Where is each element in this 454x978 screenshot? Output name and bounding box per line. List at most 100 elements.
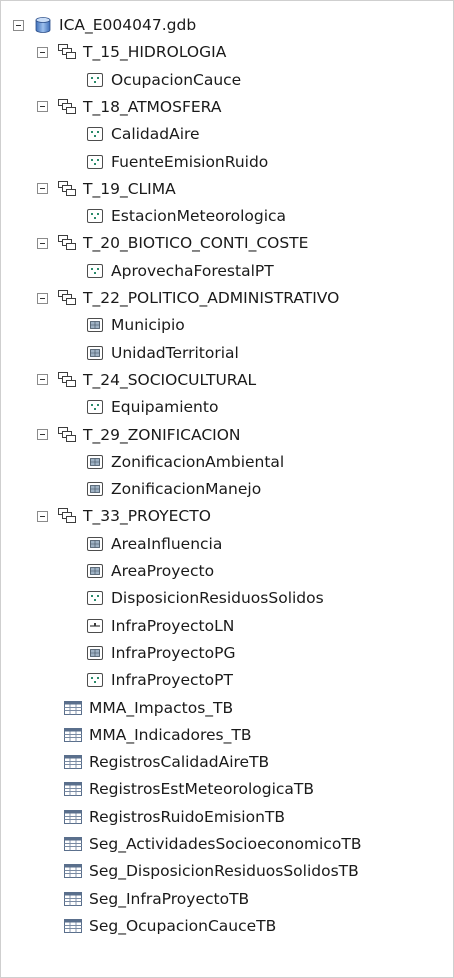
tree-node-label: Seg_InfraProyectoTB xyxy=(89,889,250,908)
tree-node-geodatabase[interactable]: ICA_E004047.gdb xyxy=(13,11,196,39)
table-icon xyxy=(63,726,83,744)
tree-node-feature-class[interactable]: InfraProyectoPT xyxy=(85,666,233,694)
tree-node-feature-class[interactable]: EstacionMeteorologica xyxy=(85,202,286,230)
table-icon xyxy=(63,917,83,935)
feature-dataset-icon xyxy=(57,180,77,198)
tree-node-label: T_33_PROYECTO xyxy=(83,507,211,526)
tree-node-label: MMA_Impactos_TB xyxy=(89,698,234,717)
tree-node-label: FuenteEmisionRuido xyxy=(111,152,269,171)
tree-node-label: EstacionMeteorologica xyxy=(111,207,287,226)
tree-node-label: AprovechaForestalPT xyxy=(111,261,274,280)
tree-node-label: RegistrosCalidadAireTB xyxy=(89,753,270,772)
tree-node-label: T_18_ATMOSFERA xyxy=(83,97,222,116)
line-feature-class-icon xyxy=(85,617,105,635)
tree-node-label: T_24_SOCIOCULTURAL xyxy=(83,370,257,389)
tree-node-label: T_22_POLITICO_ADMINISTRATIVO xyxy=(83,289,340,307)
catalog-tree-panel: ICA_E004047.gdb T_15_HIDROLOGIA OcupacionC… xyxy=(0,0,454,978)
tree-node-feature-class[interactable]: OcupacionCauce xyxy=(85,66,241,94)
tree-node-table[interactable]: MMA_Indicadores_TB xyxy=(63,721,251,749)
polygon-feature-class-icon xyxy=(85,316,105,334)
tree-node-label: CalidadAire xyxy=(111,125,200,144)
collapse-toggle-icon[interactable] xyxy=(37,374,48,386)
collapse-toggle-icon[interactable] xyxy=(37,429,48,440)
tree-node-label: Seg_DisposicionResiduosSolidosTB xyxy=(89,862,359,881)
tree-node-feature-class[interactable]: CalidadAire xyxy=(85,120,200,148)
tree-node-feature-class[interactable]: FuenteEmisionRuido xyxy=(85,148,268,176)
tree-node-label: Seg_ActividadesSocioeconomicoTB xyxy=(89,835,362,853)
tree-node-feature-class[interactable]: InfraProyectoPG xyxy=(85,639,235,667)
tree-node-feature-class[interactable]: UnidadTerritorial xyxy=(85,339,239,367)
tree-node-feature-class[interactable]: Municipio xyxy=(85,311,185,339)
tree-node-label: AreaProyecto xyxy=(111,562,215,580)
collapse-toggle-icon[interactable] xyxy=(37,510,48,522)
tree-node-feature-dataset[interactable]: T_24_SOCIOCULTURAL xyxy=(37,366,256,394)
point-feature-class-icon xyxy=(85,207,105,225)
tree-node-label: InfraProyectoLN xyxy=(111,616,235,635)
collapse-toggle-icon[interactable] xyxy=(37,46,48,58)
tree-node-feature-class[interactable]: AreaInfluencia xyxy=(85,530,222,558)
tree-node-feature-class[interactable]: ZonificacionManejo xyxy=(85,475,261,503)
tree-node-label: Equipamiento xyxy=(111,398,219,417)
tree-node-label: OcupacionCauce xyxy=(111,70,242,89)
point-feature-class-icon xyxy=(85,153,105,171)
collapse-toggle-icon[interactable] xyxy=(37,237,48,249)
point-feature-class-icon xyxy=(85,262,105,280)
tree-node-table[interactable]: RegistrosEstMeteorologicaTB xyxy=(63,775,314,803)
table-icon xyxy=(63,780,83,798)
tree-node-label: UnidadTerritorial xyxy=(111,343,239,362)
polygon-feature-class-icon xyxy=(85,562,105,580)
tree-node-label: T_19_CLIMA xyxy=(83,179,176,198)
collapse-toggle-icon[interactable] xyxy=(37,101,48,113)
tree-node-label: InfraProyectoPT xyxy=(111,671,233,690)
tree-node-table[interactable]: RegistrosCalidadAireTB xyxy=(63,748,269,776)
point-feature-class-icon xyxy=(85,398,105,416)
point-feature-class-icon xyxy=(85,671,105,689)
tree-node-feature-class[interactable]: DisposicionResiduosSolidos xyxy=(85,584,324,612)
feature-dataset-icon xyxy=(57,371,77,389)
tree-node-label: AreaInfluencia xyxy=(111,534,223,553)
tree-node-feature-class[interactable]: InfraProyectoLN xyxy=(85,612,234,640)
tree-node-feature-class[interactable]: Equipamiento xyxy=(85,393,218,421)
tree-node-feature-dataset[interactable]: T_33_PROYECTO xyxy=(37,502,211,530)
polygon-feature-class-icon xyxy=(85,453,105,471)
tree-node-table[interactable]: Seg_OcupacionCauceTB xyxy=(63,912,276,940)
feature-dataset-icon xyxy=(57,98,77,116)
tree-node-feature-dataset[interactable]: T_15_HIDROLOGIA xyxy=(37,38,226,66)
feature-dataset-icon xyxy=(57,234,77,252)
tree-node-table[interactable]: Seg_ActividadesSocioeconomicoTB xyxy=(63,830,361,858)
polygon-feature-class-icon xyxy=(85,535,105,553)
tree-node-label: T_20_BIOTICO_CONTI_COSTE xyxy=(83,234,309,253)
tree-node-feature-dataset[interactable]: T_22_POLITICO_ADMINISTRATIVO xyxy=(37,284,339,312)
tree-node-label: ICA_E004047.gdb xyxy=(59,16,197,34)
tree-node-table[interactable]: MMA_Impactos_TB xyxy=(63,694,233,722)
tree-node-table[interactable]: Seg_DisposicionResiduosSolidosTB xyxy=(63,857,359,885)
table-icon xyxy=(63,808,83,826)
tree-node-feature-dataset[interactable]: T_20_BIOTICO_CONTI_COSTE xyxy=(37,229,308,257)
tree-node-feature-class[interactable]: AreaProyecto xyxy=(85,557,214,585)
point-feature-class-icon xyxy=(85,71,105,89)
tree-node-feature-class[interactable]: ZonificacionAmbiental xyxy=(85,448,284,476)
tree-node-table[interactable]: RegistrosRuidoEmisionTB xyxy=(63,803,285,831)
polygon-feature-class-icon xyxy=(85,344,105,362)
tree-node-feature-dataset[interactable]: T_18_ATMOSFERA xyxy=(37,93,221,121)
tree-node-label: MMA_Indicadores_TB xyxy=(89,725,252,744)
feature-dataset-icon xyxy=(57,43,77,61)
tree-node-label: InfraProyectoPG xyxy=(111,643,236,662)
tree-node-label: DisposicionResiduosSolidos xyxy=(111,589,324,608)
tree-node-label: T_29_ZONIFICACION xyxy=(83,425,241,444)
polygon-feature-class-icon xyxy=(85,644,105,662)
collapse-toggle-icon[interactable] xyxy=(37,183,48,195)
feature-dataset-icon xyxy=(57,426,77,444)
tree-node-label: RegistrosEstMeteorologicaTB xyxy=(89,780,315,799)
collapse-toggle-icon[interactable] xyxy=(13,19,24,31)
table-icon xyxy=(63,862,83,880)
tree-node-feature-dataset[interactable]: T_29_ZONIFICACION xyxy=(37,421,241,449)
tree-node-feature-class[interactable]: AprovechaForestalPT xyxy=(85,257,274,285)
tree-node-table[interactable]: Seg_InfraProyectoTB xyxy=(63,885,249,913)
collapse-toggle-icon[interactable] xyxy=(37,292,48,304)
feature-dataset-icon xyxy=(57,289,77,307)
tree-node-label: Municipio xyxy=(111,316,185,335)
tree-node-label: RegistrosRuidoEmisionTB xyxy=(89,807,286,826)
tree-node-feature-dataset[interactable]: T_19_CLIMA xyxy=(37,175,176,203)
feature-dataset-icon xyxy=(57,507,77,525)
